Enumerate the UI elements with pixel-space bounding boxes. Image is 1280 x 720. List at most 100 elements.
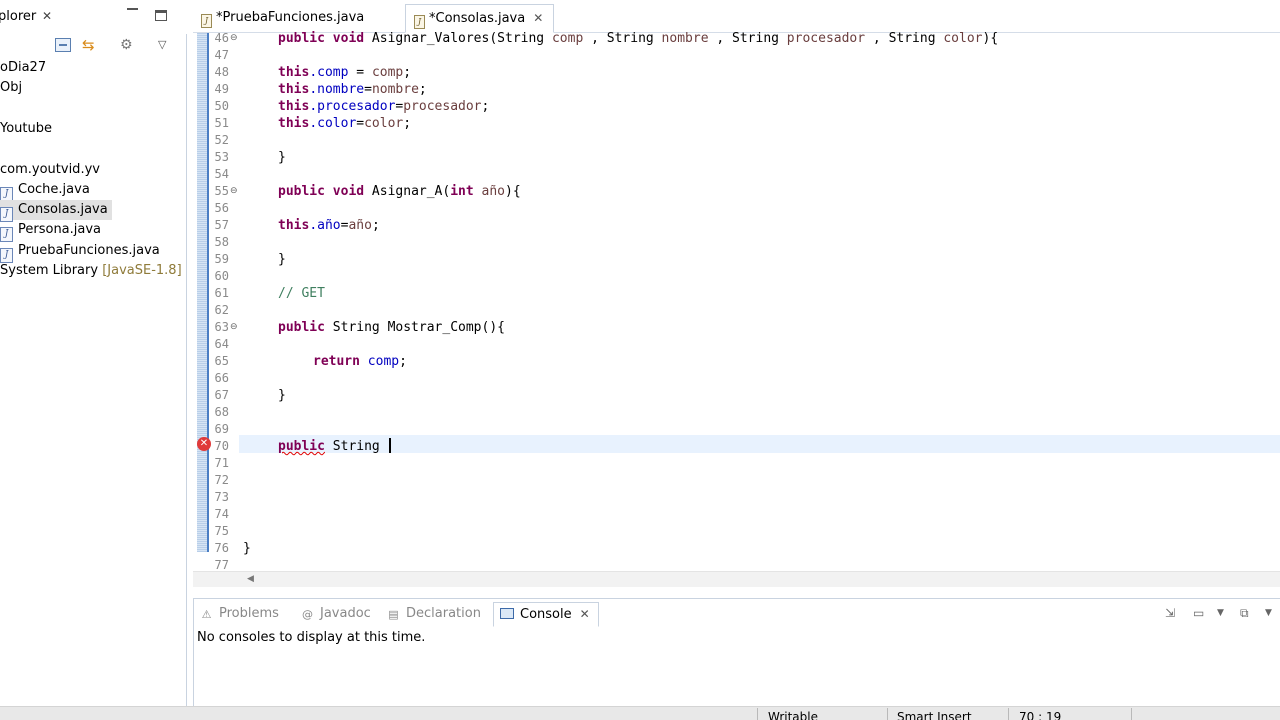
tree-item-label: Youtube — [0, 121, 52, 136]
tree-item-system-library[interactable]: System Library [JavaSE-1.8] — [0, 261, 182, 281]
java-file-icon: J — [0, 227, 13, 242]
tree-item-label: System Library — [0, 263, 99, 278]
line-number: 50 — [214, 99, 229, 113]
code-line-current[interactable]: public String — [278, 438, 391, 455]
line-number: 61 — [214, 286, 229, 300]
code-line: this.comp = comp; — [278, 65, 412, 80]
display-console-icon[interactable]: ▭ — [1193, 606, 1204, 620]
tab-declaration[interactable]: ▤ Declaration — [381, 602, 489, 627]
text-caret — [388, 438, 391, 453]
tree-item-package[interactable]: com.youtvid.yv — [0, 160, 100, 180]
link-with-editor-icon[interactable]: ⇆ — [82, 38, 98, 53]
explorer-title[interactable]: plorer — [0, 9, 36, 24]
line-number: 75 — [214, 524, 229, 538]
view-menu-icon[interactable]: ▽ — [158, 38, 174, 52]
open-console-icon[interactable]: ⧉ — [1240, 606, 1249, 620]
chevron-down-icon[interactable]: ▼ — [1265, 606, 1272, 620]
tab-javadoc[interactable]: @ Javadoc — [295, 602, 379, 627]
tab-label: Declaration — [406, 606, 481, 621]
maximize-icon[interactable] — [155, 10, 167, 21]
line-number: 47 — [214, 48, 229, 62]
line-number: 52 — [214, 133, 229, 147]
tree-item-persona[interactable]: J Persona.java — [0, 220, 102, 242]
status-separator — [1131, 708, 1132, 720]
code-line: return comp; — [313, 354, 407, 369]
code-editor[interactable]: 46 47 48 49 50 51 52 53 54 55 56 57 58 5… — [193, 30, 1280, 573]
code-line: this.procesador=procesador; — [278, 99, 490, 114]
line-number: 65 — [214, 354, 229, 368]
editor-tabbar: J *PruebaFunciones.java J *Consolas.java ✕ — [193, 0, 1280, 33]
tab-console[interactable]: Console ✕ — [493, 602, 599, 627]
code-line: } — [278, 252, 286, 267]
fold-icon[interactable]: ⊖ — [230, 183, 238, 200]
fold-icon[interactable]: ⊖ — [230, 30, 238, 47]
filter-icon[interactable]: ⚙ — [120, 38, 136, 52]
line-number: 66 — [214, 371, 229, 385]
line-number: 55 — [214, 184, 229, 198]
tree-item-coche[interactable]: J Coche.java — [0, 180, 90, 202]
code-comment: // GET — [278, 286, 325, 301]
code-line: } — [278, 150, 286, 165]
chevron-down-icon[interactable]: ▼ — [1217, 606, 1224, 620]
scroll-left-icon[interactable]: ◀ — [247, 572, 254, 587]
java-file-icon: J — [201, 14, 212, 28]
tree-item-pruebafunciones[interactable]: J PruebaFunciones.java — [0, 241, 160, 263]
close-icon[interactable]: ✕ — [533, 11, 543, 25]
console-message: No consoles to display at this time. — [197, 630, 426, 645]
bottom-tabbar: ⚠ Problems @ Javadoc ▤ Declaration Console ✕… — [194, 599, 1280, 627]
tab-consolas[interactable]: J *Consolas.java ✕ — [405, 4, 555, 33]
line-number: 67 — [214, 388, 229, 402]
tab-label: Javadoc — [320, 606, 371, 621]
line-number: 59 — [214, 252, 229, 266]
tab-problems[interactable]: ⚠ Problems — [194, 602, 287, 627]
tree-item-project[interactable]: oDia27 — [0, 58, 46, 78]
horizontal-scrollbar[interactable]: ◀ — [193, 571, 1280, 587]
tab-label: *Consolas.java — [429, 11, 526, 26]
line-number: 72 — [214, 473, 229, 487]
error-icon[interactable]: ✕ — [197, 437, 211, 451]
tree-item-consolas[interactable]: J Consolas.java — [0, 200, 112, 222]
line-number: 53 — [214, 150, 229, 164]
tree-item-label: com.youtvid.yv — [0, 162, 100, 177]
tree-item-label: Persona.java — [18, 222, 102, 237]
tab-label: Problems — [219, 606, 279, 621]
code-line: this.color=color; — [278, 116, 412, 131]
fold-icon[interactable]: ⊖ — [230, 319, 238, 336]
line-number: 76 — [214, 541, 229, 555]
line-number: 64 — [214, 337, 229, 351]
java-file-icon: J — [414, 15, 425, 29]
tab-label: *PruebaFunciones.java — [216, 10, 365, 25]
status-separator — [1008, 708, 1009, 720]
line-number: 60 — [214, 269, 229, 283]
error-keyword: public — [278, 439, 325, 454]
minimize-icon[interactable] — [127, 8, 138, 10]
collapse-all-icon[interactable] — [55, 38, 71, 52]
explorer-tabbar: plorer ✕ — [0, 0, 187, 34]
tree-item-obj[interactable]: Obj — [0, 78, 22, 98]
line-number: 56 — [214, 201, 229, 215]
line-number: 68 — [214, 405, 229, 419]
pin-console-icon[interactable]: ⇲ — [1165, 606, 1175, 620]
code-line: } — [278, 388, 286, 403]
line-number: 54 — [214, 167, 229, 181]
tree-item-label: Consolas.java — [18, 202, 108, 217]
tab-pruebafunciones[interactable]: J *PruebaFunciones.java — [193, 4, 374, 33]
code-line: public void Asignar_Valores(String comp … — [278, 31, 999, 46]
line-number: 46 — [214, 31, 229, 45]
status-separator — [887, 708, 888, 720]
close-icon[interactable]: ✕ — [580, 607, 590, 621]
package-explorer: plorer ✕ ⇆ ⚙ ▽ oDia27 Obj Youtube com.yo… — [0, 0, 187, 706]
close-icon[interactable]: ✕ — [42, 9, 52, 23]
code-line: } — [243, 541, 251, 556]
code-line: public void Asignar_A(int año){ — [278, 184, 521, 199]
tab-label: Console — [520, 607, 572, 622]
console-icon — [500, 608, 514, 619]
bottom-panel: ⚠ Problems @ Javadoc ▤ Declaration Console ✕… — [193, 598, 1280, 706]
javadoc-icon: @ — [302, 608, 313, 621]
status-separator — [757, 708, 758, 720]
declaration-icon: ▤ — [388, 608, 399, 621]
tree-item-youtube[interactable]: Youtube — [0, 119, 52, 139]
line-number: 57 — [214, 218, 229, 232]
line-number: 51 — [214, 116, 229, 130]
line-number: 58 — [214, 235, 229, 249]
